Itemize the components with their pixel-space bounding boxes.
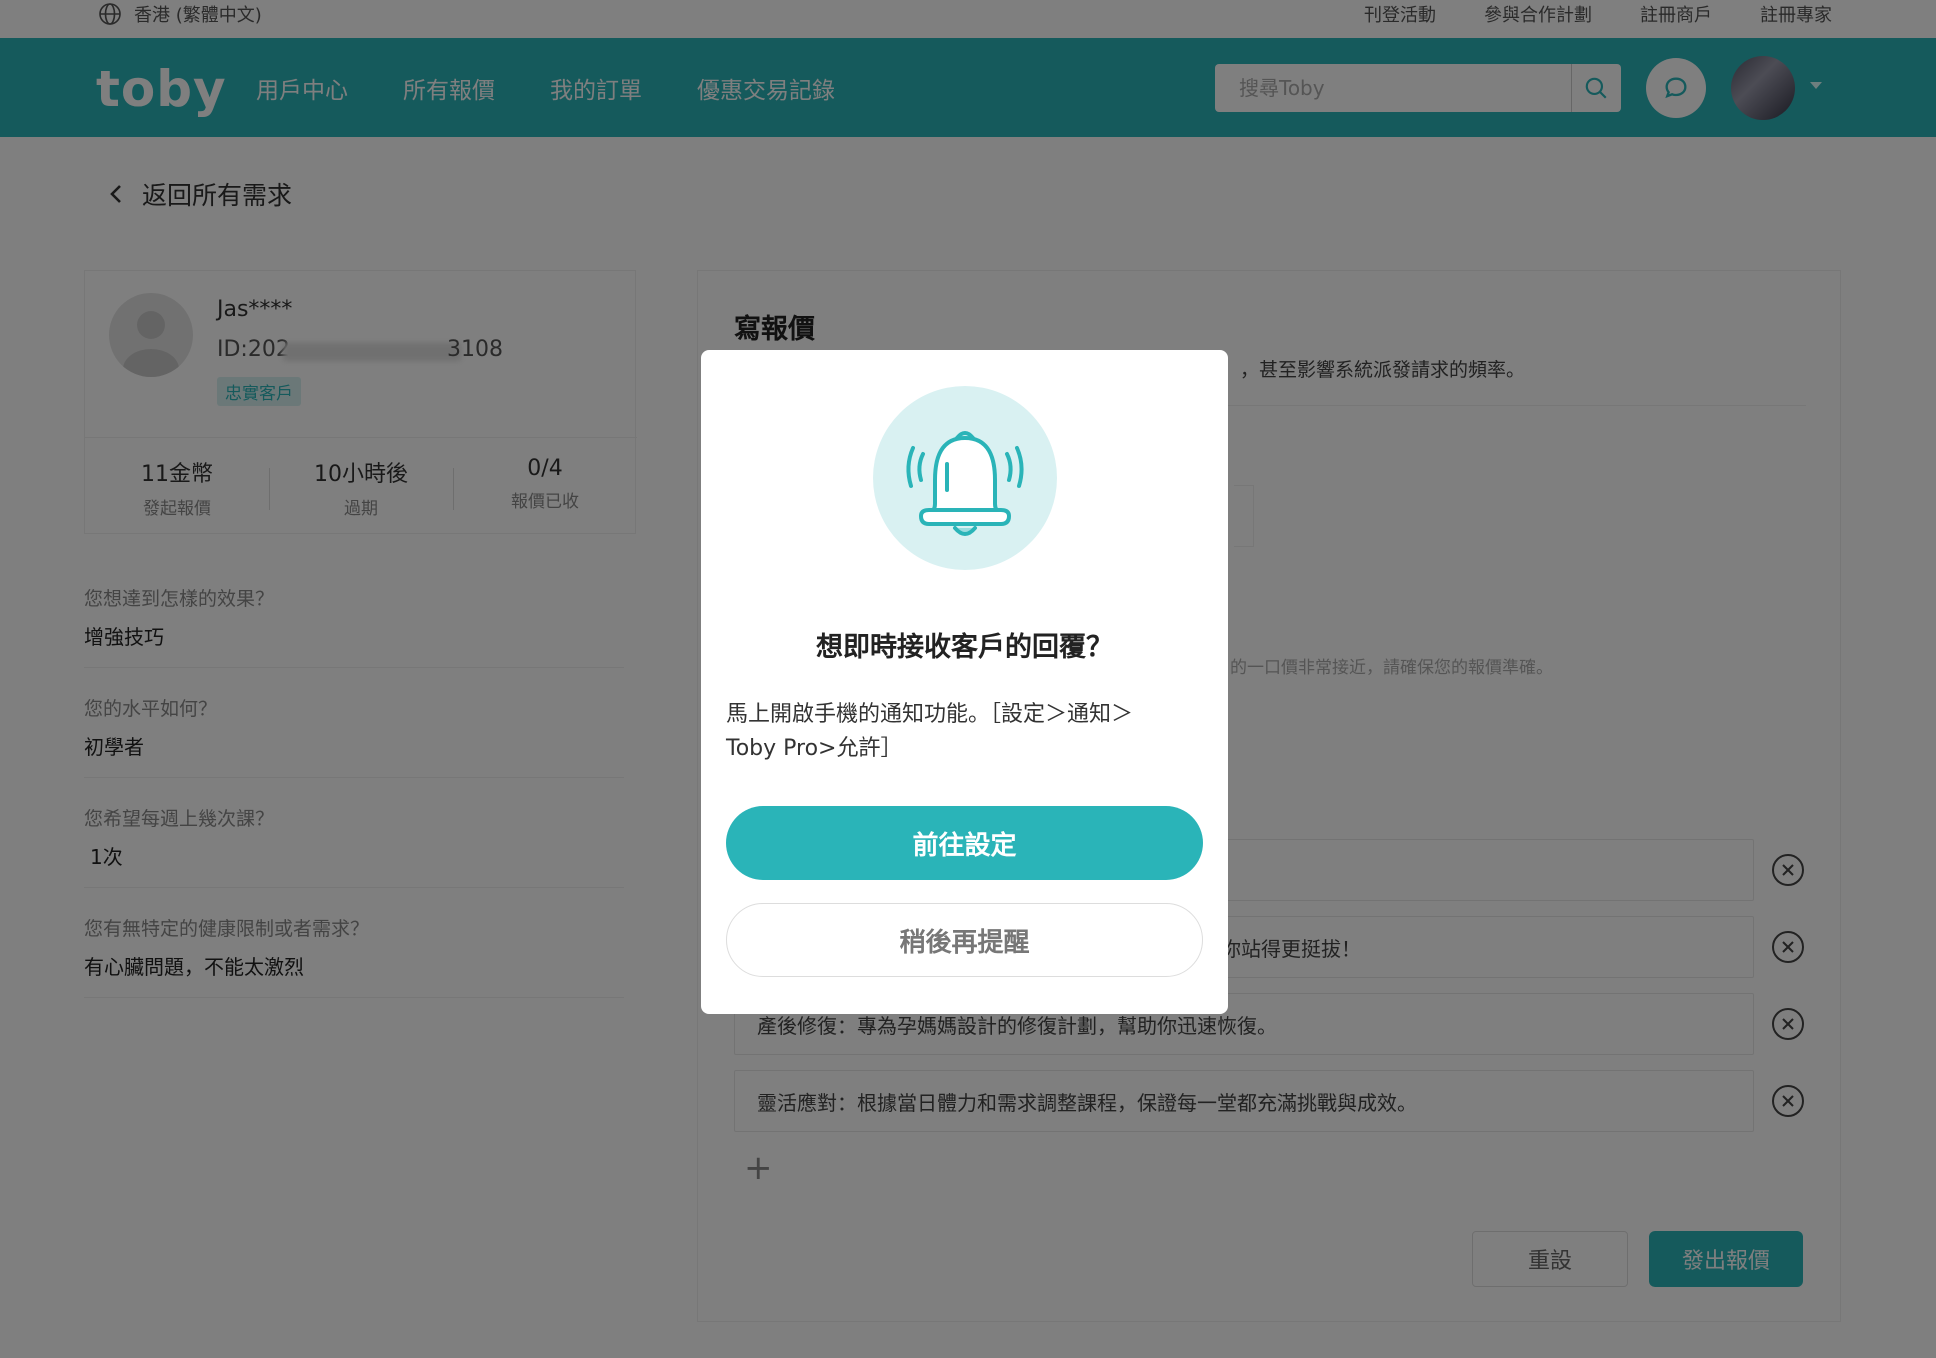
modal-body-line: 馬上開啟手機的通知功能。［設定＞通知＞ (726, 702, 1134, 727)
modal-title: 想即時接收客戶的回覆？ (816, 632, 1113, 663)
bell-icon (906, 431, 1024, 536)
bell-illustration (873, 386, 1057, 570)
modal-body-line: Toby Pro>允許］ (726, 736, 903, 761)
notification-modal: 想即時接收客戶的回覆？ 馬上開啟手機的通知功能。［設定＞通知＞ Toby Pro… (701, 350, 1228, 1014)
go-to-settings-button[interactable]: 前往設定 (726, 806, 1203, 880)
remind-later-button[interactable]: 稍後再提醒 (726, 903, 1203, 977)
modal-body: 馬上開啟手機的通知功能。［設定＞通知＞ Toby Pro>允許］ (726, 698, 1206, 766)
